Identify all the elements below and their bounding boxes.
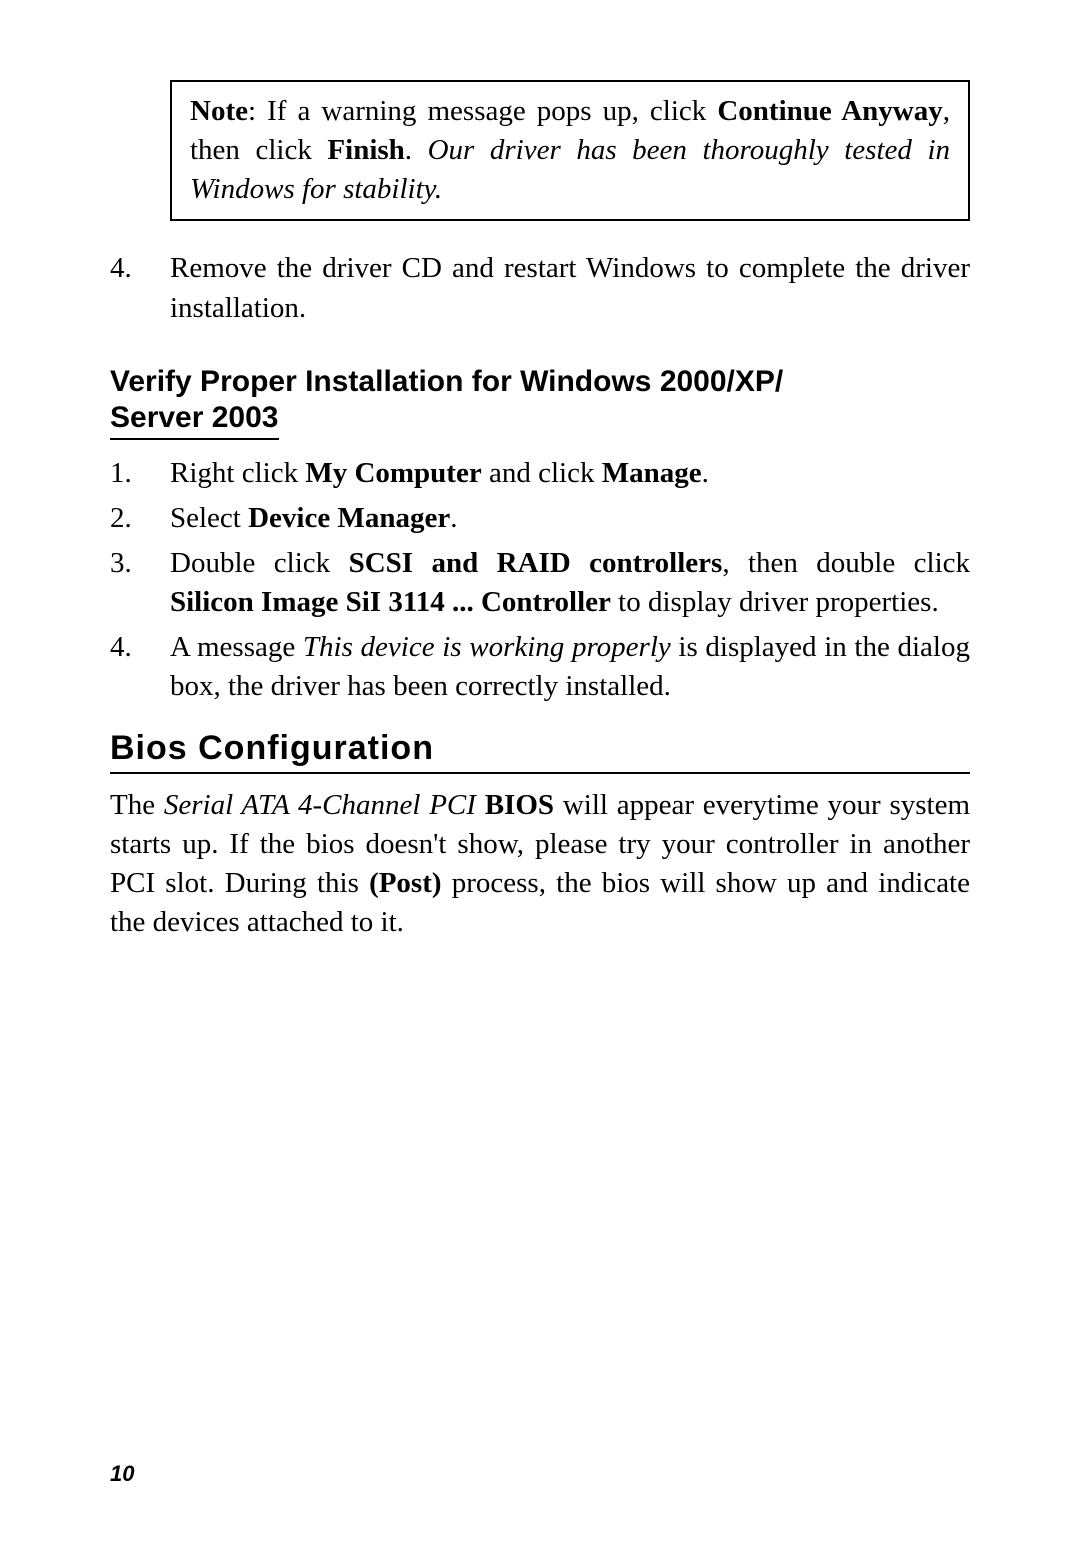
list-number: 4. (110, 249, 170, 327)
list-body: Double click SCSI and RAID controllers, … (170, 544, 970, 622)
text-segment: , then double click (722, 547, 970, 579)
text-segment: A message (170, 631, 303, 663)
text-segment: My Computer (305, 457, 481, 489)
list-item: 2.Select Device Manager. (110, 499, 970, 538)
list-item: 1.Right click My Computer and click Mana… (110, 454, 970, 493)
text-segment: Right click (170, 457, 305, 489)
heading-line-2: Server 2003 (110, 400, 279, 440)
heading-line-1: Verify Proper Installation for Windows 2… (110, 364, 970, 400)
list-body: Select Device Manager. (170, 499, 970, 538)
text-segment: Select (170, 502, 248, 534)
text-segment: Manage (602, 457, 702, 489)
text-segment: BIOS (485, 789, 554, 821)
text-segment: . (450, 502, 457, 534)
list-number: 3. (110, 544, 170, 622)
text-segment: to display driver properties. (611, 586, 939, 618)
text-segment: Serial ATA 4-Channel PCI (164, 789, 476, 821)
note-prefix: Note (190, 95, 248, 127)
note-box: Note: If a warning message pops up, clic… (170, 80, 970, 221)
list-body: Right click My Computer and click Manage… (170, 454, 970, 493)
list-body: A message This device is working properl… (170, 628, 970, 706)
section-heading-bios: Bios Configuration (110, 729, 970, 774)
list-item: 3.Double click SCSI and RAID controllers… (110, 544, 970, 622)
text-segment: SCSI and RAID controllers (349, 547, 723, 579)
text-segment: . (702, 457, 709, 489)
list-number: 2. (110, 499, 170, 538)
text-segment: Device Manager (248, 502, 450, 534)
text-segment (476, 789, 485, 821)
list-item: 4. Remove the driver CD and restart Wind… (110, 249, 970, 327)
text-segment: This device is working properly (303, 631, 671, 663)
note-bold-1: Continue Anyway (717, 95, 942, 127)
page-number: 10 (110, 1461, 134, 1487)
list-item: 4.A message This device is working prope… (110, 628, 970, 706)
text-segment: and click (482, 457, 602, 489)
list-number: 4. (110, 628, 170, 706)
list-body: Remove the driver CD and restart Windows… (170, 249, 970, 327)
text-segment: Silicon Image SiI 3114 ... Controller (170, 586, 611, 618)
note-bold-2: Finish (327, 134, 404, 166)
bios-paragraph: The Serial ATA 4-Channel PCI BIOS will a… (110, 786, 970, 943)
note-text-3: . (405, 134, 428, 166)
note-text-1: : If a warning message pops up, click (248, 95, 717, 127)
text-segment: The (110, 789, 164, 821)
verify-steps-list: 1.Right click My Computer and click Mana… (110, 454, 970, 707)
list-number: 1. (110, 454, 170, 493)
text-segment: (Post) (369, 867, 441, 899)
section-heading-verify: Verify Proper Installation for Windows 2… (110, 364, 970, 440)
text-segment: Double click (170, 547, 349, 579)
